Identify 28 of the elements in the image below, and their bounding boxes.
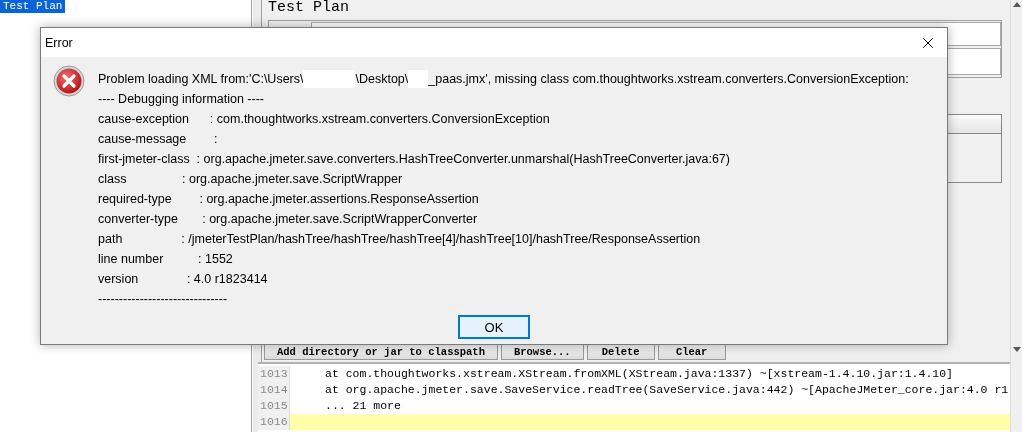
panel-title: Test Plan [267,0,350,18]
dialog-title: Error [45,35,73,50]
debug-line: first-jmeter-class : org.apache.jmeter.save.converters.HashTreeConverter.unmarshal(HashTreeConverter.java:67) [98,151,731,168]
debug-line: class : org.apache.jmeter.save.ScriptWrapper [98,171,404,188]
debug-header: ---- Debugging information ---- [98,91,266,108]
line-number: 1016 [258,414,290,430]
debug-line: cause-exception : com.thoughtworks.xstream.converters.ConversionException [98,111,551,128]
debug-footer: ------------------------------- [98,289,909,309]
line-number: 1014 [258,382,290,398]
log-line: at com.thoughtworks.xstream.XStream.fromXML(XStream.java:1337) ~[xstream-1.4.10.jar:1.4.10] [324,366,953,382]
error-message: \Desktop\ [355,72,409,86]
log-line: ... 21 more [324,398,401,414]
log-line: at org.apache.jmeter.save.SaveService.readTree(SaveService.java:442) ~[ApacheJMeter_core.jar:4.0 r1 [324,382,1009,398]
error-icon [53,65,85,97]
error-message: _paas.jmx', missing class com.thoughtworks.xstream.converters.ConversionException: [428,72,909,86]
scroll-down-icon[interactable] [1012,347,1021,352]
scroll-up-icon[interactable] [1012,2,1021,7]
debug-line: required-type : org.apache.jmeter.assertions.ResponseAssertion [98,191,480,208]
ok-button[interactable]: OK [458,315,530,339]
error-message: Problem loading XML from:'C:\Users\ [98,72,304,86]
debug-line: path : /jmeterTestPlan/hashTree/hashTree/hashTree[4]/hashTree[10]/hashTree/ResponseAssertion [98,231,702,248]
debug-line: converter-type : org.apache.jmeter.save.ScriptWrapperConverter [98,211,479,228]
tree-item[interactable]: Test Plan [0,0,66,13]
debug-line: line number : 1552 [98,251,234,268]
line-number: 1015 [258,398,290,414]
line-number: 1013 [258,366,290,382]
debug-line: version : 4.0 r1823414 [98,271,269,288]
debug-line: cause-message : [98,131,219,148]
